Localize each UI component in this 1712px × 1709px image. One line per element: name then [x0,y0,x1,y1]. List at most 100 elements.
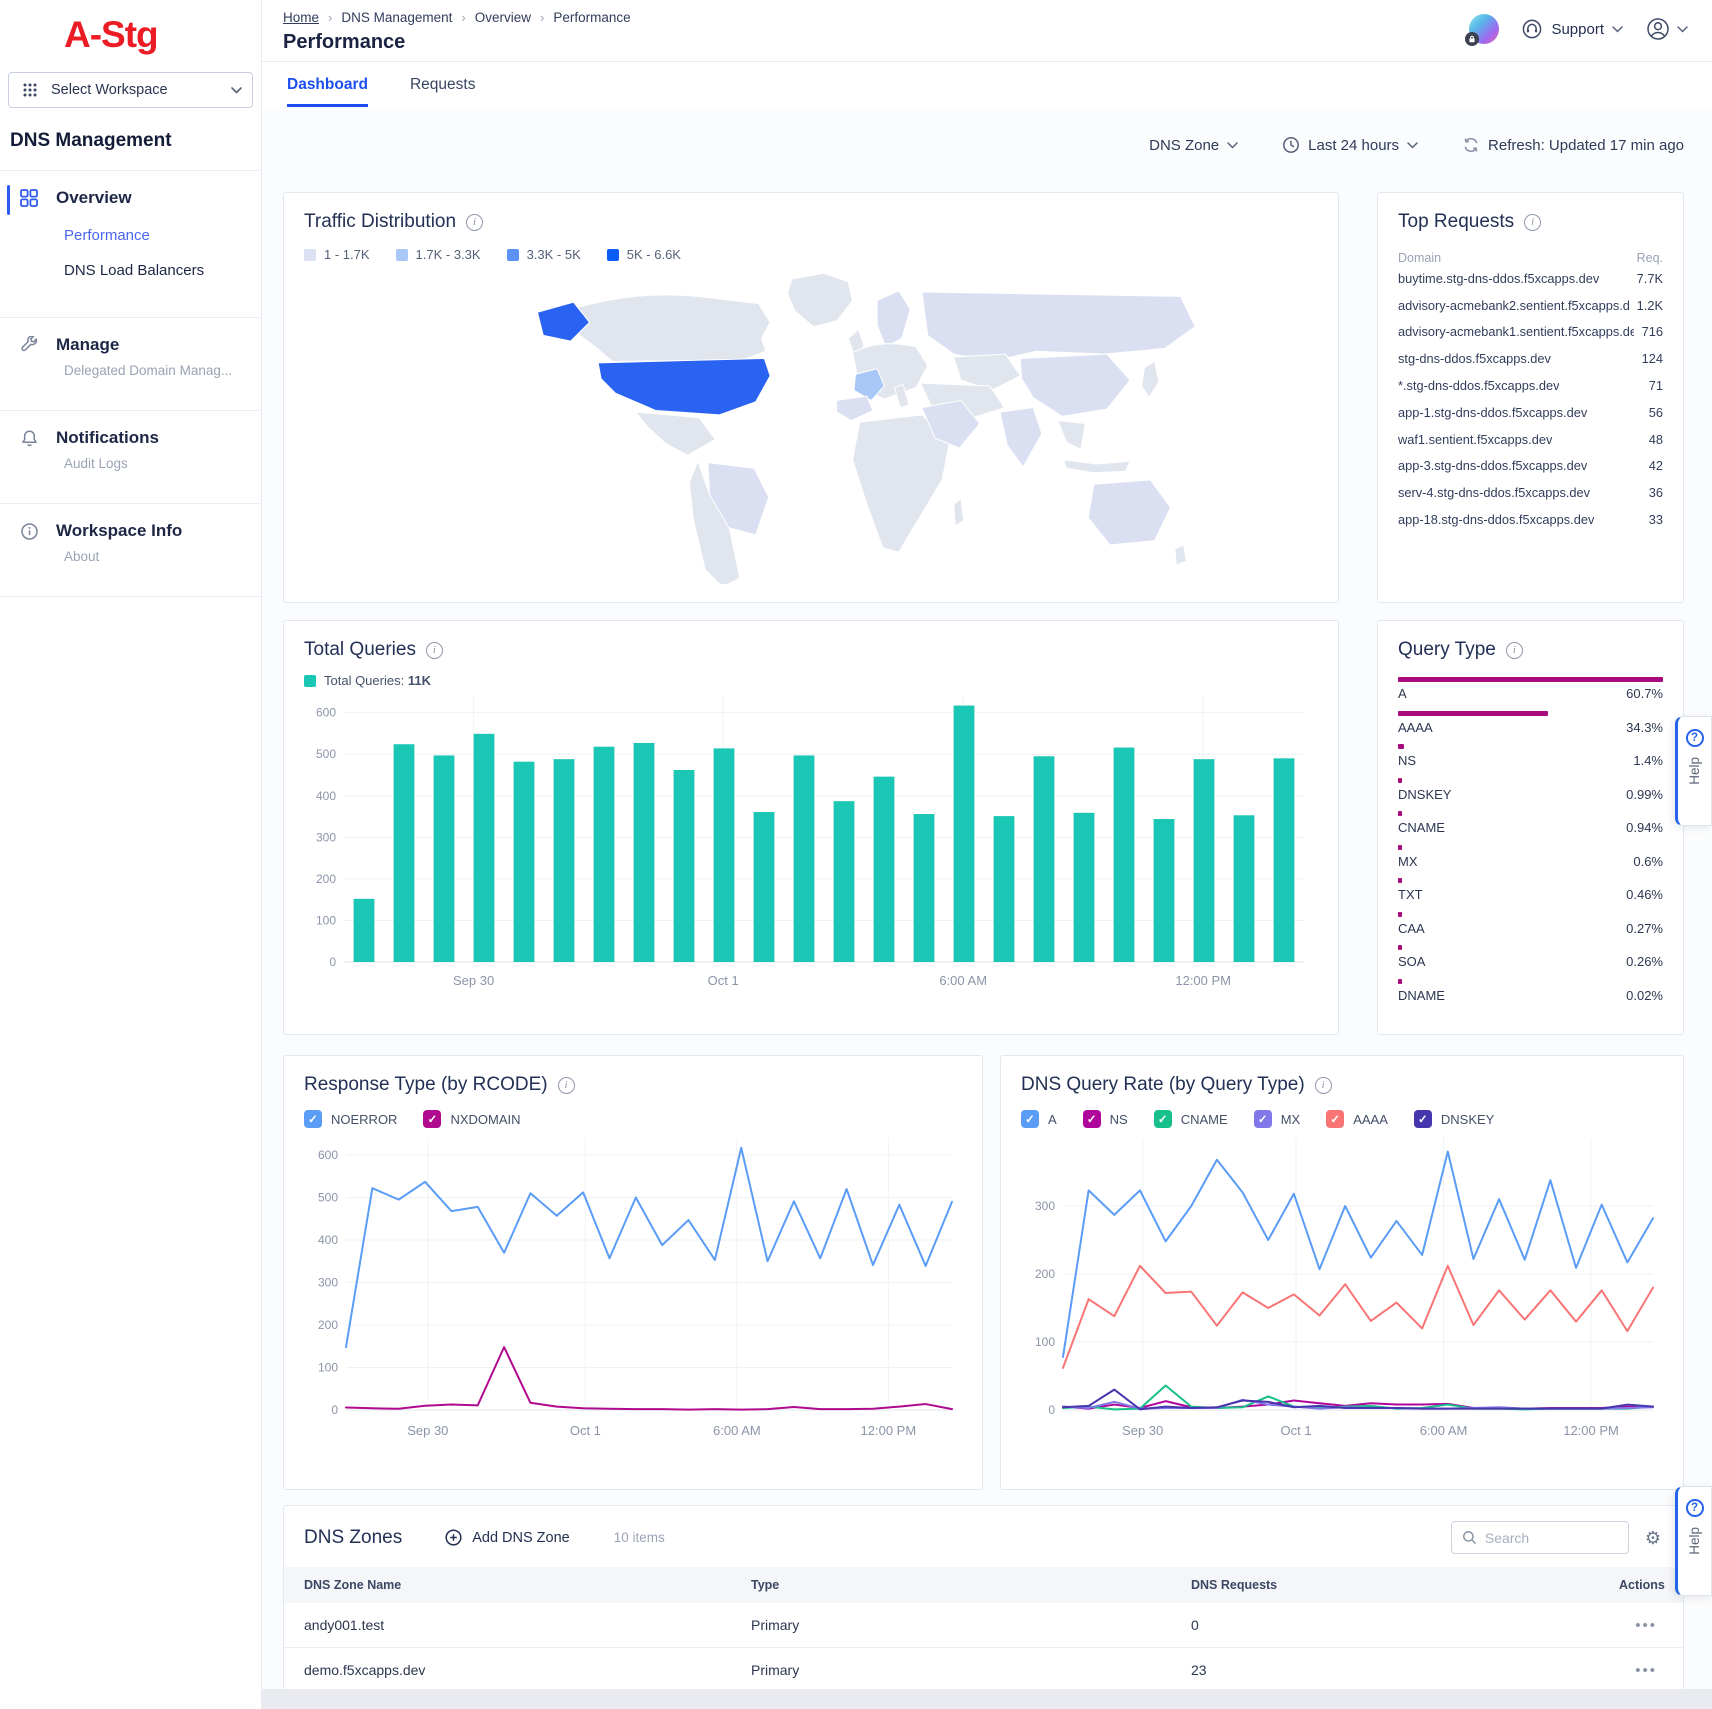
sidebar-item-manage[interactable]: Manage Delegated Domain Manag... [0,318,261,392]
breadcrumb-item[interactable]: Performance [553,10,630,25]
help-tab[interactable]: ? Help [1675,1486,1712,1596]
country-china[interactable] [1020,354,1130,416]
dns-query-rate-line-chart[interactable]: Sep 30Oct 16:00 AM12:00 PM0100200300 [1021,1128,1661,1440]
checkbox-checked-icon[interactable]: ✓ [1414,1110,1432,1128]
svg-text:Oct 1: Oct 1 [1281,1423,1312,1438]
country-madagascar[interactable] [954,499,964,526]
grid-icon [18,187,40,209]
country-mexico[interactable] [636,412,715,455]
table-row[interactable]: app-3.stg-dns-ddos.f5xcapps.dev42 [1398,453,1663,480]
table-row[interactable]: demo.f5xcapps.devPrimary23••• [284,1648,1683,1690]
country-canada[interactable] [576,295,770,361]
breadcrumb-item[interactable]: Overview [475,10,531,25]
country-usa[interactable] [598,359,770,415]
checkbox-checked-icon[interactable]: ✓ [423,1110,441,1128]
table-row[interactable]: andy001.testPrimary0••• [284,1603,1683,1648]
sidebar-item-notifications[interactable]: Notifications Audit Logs [0,411,261,485]
info-icon[interactable]: i [558,1077,575,1094]
row-actions-button[interactable]: ••• [1635,1617,1657,1634]
query-type-item[interactable]: TXT0.46% [1398,878,1663,902]
query-type-panel: Query Typei A60.7%AAAA34.3%NS1.4%DNSKEY0… [1377,620,1684,1035]
table-row[interactable]: advisory-acmebank2.sentient.f5xcapps.dev… [1398,292,1663,319]
country-greenland[interactable] [787,273,852,326]
country-australia[interactable] [1088,480,1170,545]
sidebar-item-dns-load-balancers[interactable]: DNS Load Balancers [64,262,247,295]
query-type-item[interactable]: CNAME0.94% [1398,811,1663,835]
country-new-zealand[interactable] [1175,545,1187,565]
query-type-bar [1398,945,1402,950]
query-type-item[interactable]: DNAME0.02% [1398,979,1663,1003]
svg-text:12:00 PM: 12:00 PM [861,1423,917,1438]
tab-requests[interactable]: Requests [410,76,475,107]
table-row[interactable]: buytime.stg-dns-ddos.f5xcapps.dev7.7K [1398,265,1663,292]
country-spain[interactable] [837,396,873,421]
response-type-panel: Response Type (by RCODE)i ✓NOERROR✓NXDOM… [283,1055,983,1490]
filter-bar: DNS Zone Last 24 hours Refresh: Updated … [262,129,1712,161]
query-type-item[interactable]: NS1.4% [1398,744,1663,768]
sidebar-item-performance[interactable]: Performance [64,227,247,244]
country-india[interactable] [1000,408,1042,467]
workspace-selector[interactable]: Select Workspace [8,72,253,108]
help-tab[interactable]: ? Help [1675,716,1712,826]
info-icon[interactable]: i [426,642,443,659]
avatar[interactable] [1469,14,1499,44]
scroll-gutter [262,1689,1712,1709]
query-type-item[interactable]: SOA0.26% [1398,945,1663,969]
info-icon[interactable]: i [1524,214,1541,231]
checkbox-checked-icon[interactable]: ✓ [1254,1110,1272,1128]
row-actions-button[interactable]: ••• [1635,1662,1657,1679]
support-menu[interactable]: Support [1521,18,1623,40]
checkbox-checked-icon[interactable]: ✓ [304,1110,322,1128]
legend-item-ns: ✓NS [1083,1110,1128,1128]
info-icon[interactable]: i [1315,1077,1332,1094]
zone-name-cell[interactable]: andy001.test [304,1617,751,1633]
zone-name-cell[interactable]: demo.f5xcapps.dev [304,1662,751,1678]
search-icon [1462,1530,1477,1545]
query-type-item[interactable]: A60.7% [1398,677,1663,701]
total-queries-bar-chart[interactable]: Sep 30Oct 16:00 AM12:00 PM01002003004005… [304,688,1312,990]
breadcrumb-item[interactable]: Home [283,10,319,25]
table-row[interactable]: waf1.sentient.f5xcapps.dev48 [1398,426,1663,453]
query-type-label: TXT [1398,887,1423,902]
query-type-item[interactable]: AAAA34.3% [1398,711,1663,735]
query-type-item[interactable]: MX0.6% [1398,845,1663,869]
search-input[interactable] [1485,1530,1605,1546]
query-type-item[interactable]: CAA0.27% [1398,912,1663,936]
breadcrumb-item[interactable]: DNS Management [341,10,452,25]
refresh-button[interactable]: Refresh: Updated 17 min ago [1462,136,1684,154]
sidebar-item-overview[interactable]: Overview Performance DNS Load Balancers [0,171,261,299]
legend-item-noerror: ✓NOERROR [304,1110,397,1128]
query-type-item[interactable]: DNSKEY0.99% [1398,778,1663,802]
product-title: DNS Management [10,130,261,152]
table-row[interactable]: *.stg-dns-ddos.f5xcapps.dev71 [1398,372,1663,399]
checkbox-checked-icon[interactable]: ✓ [1021,1110,1039,1128]
query-type-bar [1398,711,1548,716]
sidebar-item-workspace-info[interactable]: Workspace Info About [0,504,261,578]
checkbox-checked-icon[interactable]: ✓ [1154,1110,1172,1128]
time-range-filter[interactable]: Last 24 hours [1282,136,1418,154]
response-type-line-chart[interactable]: Sep 30Oct 16:00 AM12:00 PM01002003004005… [304,1128,960,1440]
table-row[interactable]: app-1.stg-dns-ddos.f5xcapps.dev56 [1398,399,1663,426]
account-menu[interactable] [1645,16,1688,42]
checkbox-checked-icon[interactable]: ✓ [1326,1110,1344,1128]
svg-text:300: 300 [316,830,336,844]
info-icon[interactable]: i [1506,642,1523,659]
country-indonesia[interactable] [1064,460,1130,473]
country-se-asia[interactable] [1058,421,1085,450]
table-row[interactable]: app-18.stg-dns-ddos.f5xcapps.dev33 [1398,506,1663,533]
add-dns-zone-button[interactable]: Add DNS Zone [444,1528,570,1547]
checkbox-checked-icon[interactable]: ✓ [1083,1110,1101,1128]
svg-text:600: 600 [316,706,336,720]
country-scandinavia[interactable] [877,291,910,347]
country-russia[interactable] [922,292,1195,361]
table-row[interactable]: serv-4.stg-dns-ddos.f5xcapps.dev36 [1398,479,1663,506]
query-type-value: 0.6% [1633,854,1663,869]
gear-icon[interactable]: ⚙ [1645,1529,1661,1547]
table-row[interactable]: advisory-acmebank1.sentient.f5xcapps.dev… [1398,319,1663,346]
legend-label: 3.3K - 5K [527,247,581,262]
table-row[interactable]: stg-dns-ddos.f5xcapps.dev124 [1398,345,1663,372]
info-icon[interactable]: i [466,214,483,231]
tab-dashboard[interactable]: Dashboard [287,76,368,107]
dns-zone-filter[interactable]: DNS Zone [1149,137,1238,154]
country-japan[interactable] [1142,361,1159,397]
